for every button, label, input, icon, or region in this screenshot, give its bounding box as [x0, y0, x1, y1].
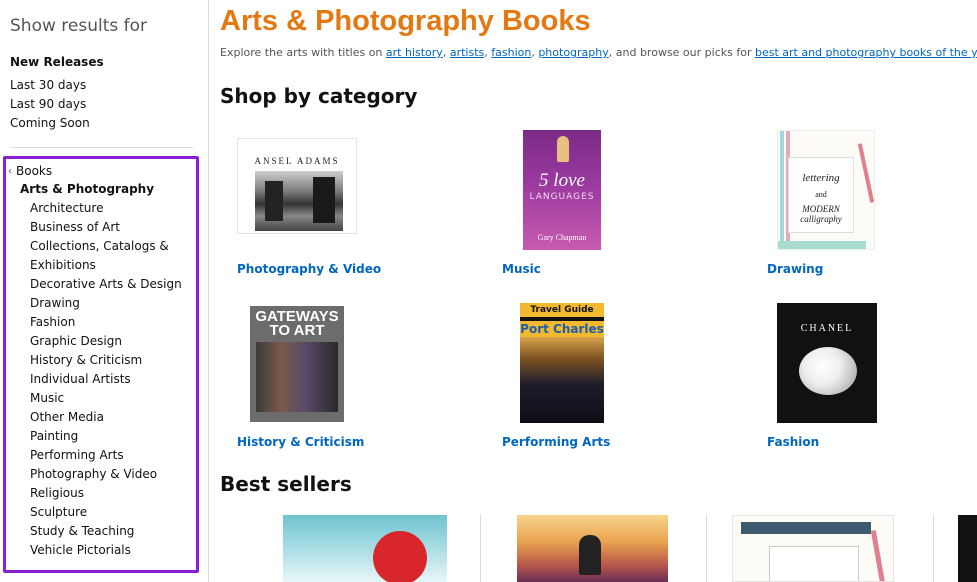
cover-title: GATEWAYS TO ART [255, 308, 339, 339]
best-seller-divider [706, 514, 707, 582]
subcategory-collections-line2[interactable]: Exhibitions [30, 258, 96, 272]
category-link-performing-arts[interactable]: Performing Arts [502, 435, 610, 449]
subcategory-study-teaching[interactable]: Study & Teaching [30, 524, 134, 538]
link-artists[interactable]: artists [450, 46, 484, 59]
category-link-drawing[interactable]: Drawing [767, 262, 823, 276]
subcategory-graphic-design[interactable]: Graphic Design [30, 334, 122, 348]
category-link-fashion[interactable]: Fashion [767, 435, 819, 449]
sidebar: Show results for New Releases Last 30 da… [0, 0, 209, 582]
best-seller-item-2[interactable] [517, 515, 668, 582]
category-image-history[interactable]: GATEWAYS TO ART [250, 306, 344, 422]
category-image-performing-arts[interactable]: Travel Guide Port Charles [520, 303, 604, 423]
category-image-photography[interactable]: ANSEL ADAMS [237, 138, 357, 234]
cover-word: and [815, 190, 827, 199]
new-releases-heading: New Releases [10, 55, 104, 69]
subcategory-photography-video[interactable]: Photography & Video [30, 467, 157, 481]
subcategory-vehicle-pictorials[interactable]: Vehicle Pictorials [30, 543, 131, 557]
best-seller-item-4[interactable] [958, 515, 977, 582]
subcategory-drawing[interactable]: Drawing [30, 296, 80, 310]
category-image-music[interactable]: 5 love LANGUAGES Gary Chapman [523, 130, 601, 250]
category-link-music[interactable]: Music [502, 262, 541, 276]
link-best-books-of-year[interactable]: best art and photography books of the ye… [755, 46, 977, 59]
best-seller-item-3[interactable] [732, 515, 894, 582]
best-sellers-heading: Best sellers [220, 472, 352, 496]
cover-photo [255, 171, 343, 231]
cover-card [769, 546, 859, 581]
best-seller-divider [480, 514, 481, 582]
subcategory-history-criticism[interactable]: History & Criticism [30, 353, 142, 367]
shop-by-category-heading: Shop by category [220, 84, 418, 108]
bestseller-badge [373, 531, 427, 582]
cover-painting [256, 342, 338, 412]
back-to-books-link[interactable]: ‹ Books [8, 164, 52, 178]
subcategory-music[interactable]: Music [30, 391, 64, 405]
subcategory-sculpture[interactable]: Sculpture [30, 505, 87, 519]
subcategory-architecture[interactable]: Architecture [30, 201, 103, 215]
cover-subtitle: LANGUAGES [529, 192, 595, 202]
subcategory-other-media[interactable]: Other Media [30, 410, 104, 424]
intro-middle: , and browse our picks for [608, 46, 755, 59]
best-seller-item-1[interactable] [283, 515, 447, 582]
filter-last-90-days[interactable]: Last 90 days [10, 97, 86, 111]
cover-title: ANSEL ADAMS [254, 156, 340, 166]
cover-camellia [799, 347, 857, 395]
cover-title: 5 love [539, 170, 585, 191]
current-category: Arts & Photography [20, 182, 155, 196]
cover-figure [557, 136, 569, 162]
subcategory-decorative-arts[interactable]: Decorative Arts & Design [30, 277, 182, 291]
best-seller-divider [933, 514, 934, 582]
cover-tag: Travel Guide [520, 303, 604, 317]
subcategory-painting[interactable]: Painting [30, 429, 78, 443]
filter-last-30-days[interactable]: Last 30 days [10, 78, 86, 92]
subcategory-fashion[interactable]: Fashion [30, 315, 75, 329]
cover-word: lettering [802, 172, 840, 184]
subcategory-performing-arts[interactable]: Performing Arts [30, 448, 124, 462]
intro-text: Explore the arts with titles on art hist… [220, 46, 977, 59]
category-link-history-criticism[interactable]: History & Criticism [237, 435, 364, 449]
cover-pad [778, 241, 866, 249]
intro-sep: , [442, 46, 450, 59]
back-link-label: Books [16, 164, 53, 178]
cover-silhouette [579, 535, 601, 575]
category-image-drawing[interactable]: lettering and MODERN calligraphy [777, 130, 875, 250]
cover-title: Port Charles [520, 321, 604, 337]
subcategory-collections-line1[interactable]: Collections, Catalogs & [30, 239, 169, 253]
cover-stripe [780, 131, 784, 241]
category-image-fashion[interactable]: CHANEL [777, 303, 877, 423]
cover-pen [870, 530, 887, 581]
link-photography[interactable]: photography [538, 46, 608, 59]
cover-author: Gary Chapman [537, 233, 587, 242]
cover-word: MODERN calligraphy [800, 204, 842, 224]
subcategory-religious[interactable]: Religious [30, 486, 84, 500]
subcategory-business-of-art[interactable]: Business of Art [30, 220, 120, 234]
cover-pen [857, 143, 874, 203]
intro-prefix: Explore the arts with titles on [220, 46, 386, 59]
cover-band [741, 522, 871, 534]
show-results-heading: Show results for [10, 16, 148, 36]
link-art-history[interactable]: art history [386, 46, 443, 59]
category-link-photography-video[interactable]: Photography & Video [237, 262, 381, 276]
subcategory-individual-artists[interactable]: Individual Artists [30, 372, 131, 386]
page-title: Arts & Photography Books [220, 5, 591, 37]
cover-card: lettering and MODERN calligraphy [788, 157, 854, 233]
link-fashion[interactable]: fashion [491, 46, 531, 59]
cover-cityscape [520, 337, 604, 423]
chevron-left-icon: ‹ [8, 166, 12, 177]
cover-title: CHANEL [800, 323, 854, 334]
filter-coming-soon[interactable]: Coming Soon [10, 116, 90, 130]
sidebar-divider [10, 147, 193, 148]
